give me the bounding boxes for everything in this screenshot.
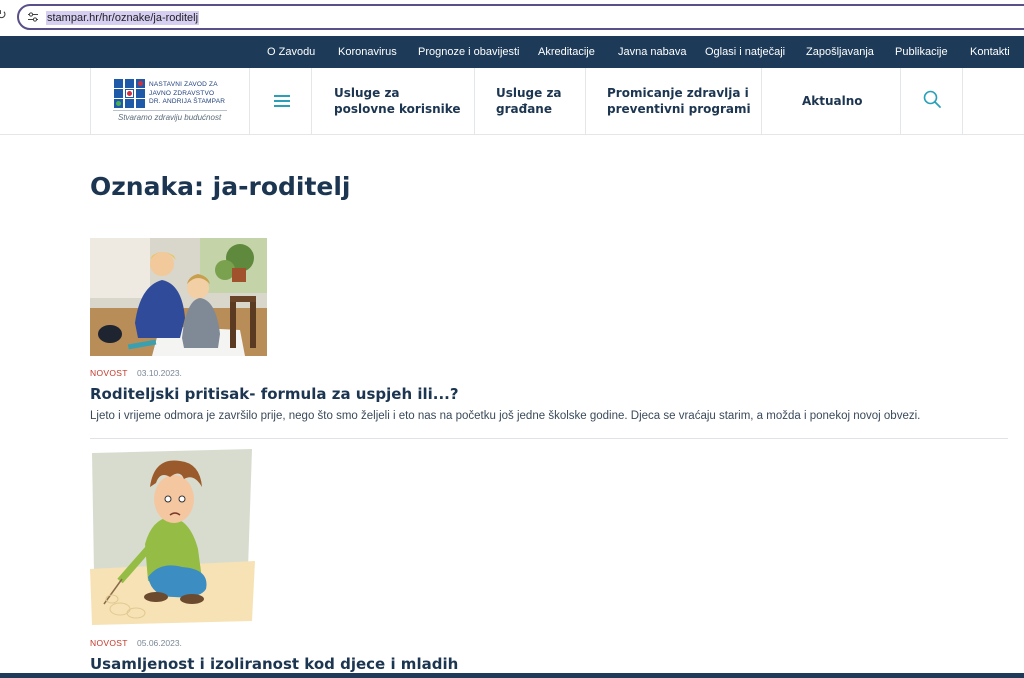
address-field[interactable]: stampar.hr/hr/oznake/ja-roditelj (17, 4, 1024, 30)
top-nav-prognoze[interactable]: Prognoze i obavijesti (418, 46, 520, 58)
article-1-category[interactable]: NOVOST (90, 368, 128, 378)
top-nav-publikacije[interactable]: Publikacije (895, 46, 948, 58)
main-nav-gradani[interactable]: Usluge za građane (474, 68, 585, 134)
top-nav-zaposljavanja[interactable]: Zapošljavanja (806, 46, 874, 58)
logo-divider (113, 110, 227, 111)
article-1-excerpt: Ljeto i vrijeme odmora je završilo prije… (90, 410, 921, 422)
article-1-thumbnail[interactable] (90, 238, 267, 356)
site-header: NASTAVNI ZAVOD ZA JAVNO ZDRAVSTVO DR. AN… (0, 68, 1024, 135)
article-2-date: 05.06.2023. (137, 638, 182, 648)
top-navigation: O Zavodu Koronavirus Prognoze i obavijes… (0, 36, 1024, 68)
main-nav-aktualno[interactable]: Aktualno (761, 68, 900, 134)
article-divider (90, 438, 1008, 439)
site-logo[interactable]: NASTAVNI ZAVOD ZA JAVNO ZDRAVSTVO DR. AN… (90, 68, 249, 134)
top-nav-koronavirus[interactable]: Koronavirus (338, 46, 397, 58)
logo-text: NASTAVNI ZAVOD ZA JAVNO ZDRAVSTVO DR. AN… (149, 81, 226, 105)
page-title: Oznaka: ja-roditelj (90, 172, 351, 201)
url-text[interactable]: stampar.hr/hr/oznake/ja-roditelj (46, 11, 200, 25)
logo-tagline: Stvaramo zdraviju budućnost (118, 113, 222, 122)
logo-mark (114, 79, 146, 109)
search-icon[interactable] (922, 89, 942, 109)
reload-icon[interactable]: ↻ (0, 8, 7, 23)
main-nav-promicanje[interactable]: Promicanje zdravlja i preventivni progra… (585, 68, 761, 134)
top-nav-javna-nabava[interactable]: Javna nabava (618, 46, 687, 58)
article-2-category[interactable]: NOVOST (90, 638, 128, 648)
top-nav-akreditacije[interactable]: Akreditacije (538, 46, 595, 58)
article-2-thumbnail[interactable] (90, 449, 255, 626)
menu-toggle[interactable] (249, 68, 311, 134)
top-nav-kontakti[interactable]: Kontakti (970, 46, 1010, 58)
browser-url-bar: ↻ stampar.hr/hr/oznake/ja-roditelj (0, 0, 1024, 34)
main-nav-poslovni[interactable]: Usluge za poslovne korisnike (311, 68, 474, 134)
header-end-cell (962, 68, 1024, 134)
top-nav-oglasi[interactable]: Oglasi i natječaji (705, 46, 785, 58)
bottom-bar (0, 673, 1024, 678)
article-1-title[interactable]: Roditeljski pritisak- formula za uspjeh … (90, 385, 459, 403)
search-button[interactable] (900, 68, 962, 134)
article-1-date: 03.10.2023. (137, 368, 182, 378)
site-info-icon[interactable] (27, 11, 39, 23)
hamburger-icon[interactable] (274, 95, 290, 107)
top-nav-o-zavodu[interactable]: O Zavodu (267, 46, 315, 58)
article-2-title[interactable]: Usamljenost i izoliranost kod djece i ml… (90, 655, 458, 673)
